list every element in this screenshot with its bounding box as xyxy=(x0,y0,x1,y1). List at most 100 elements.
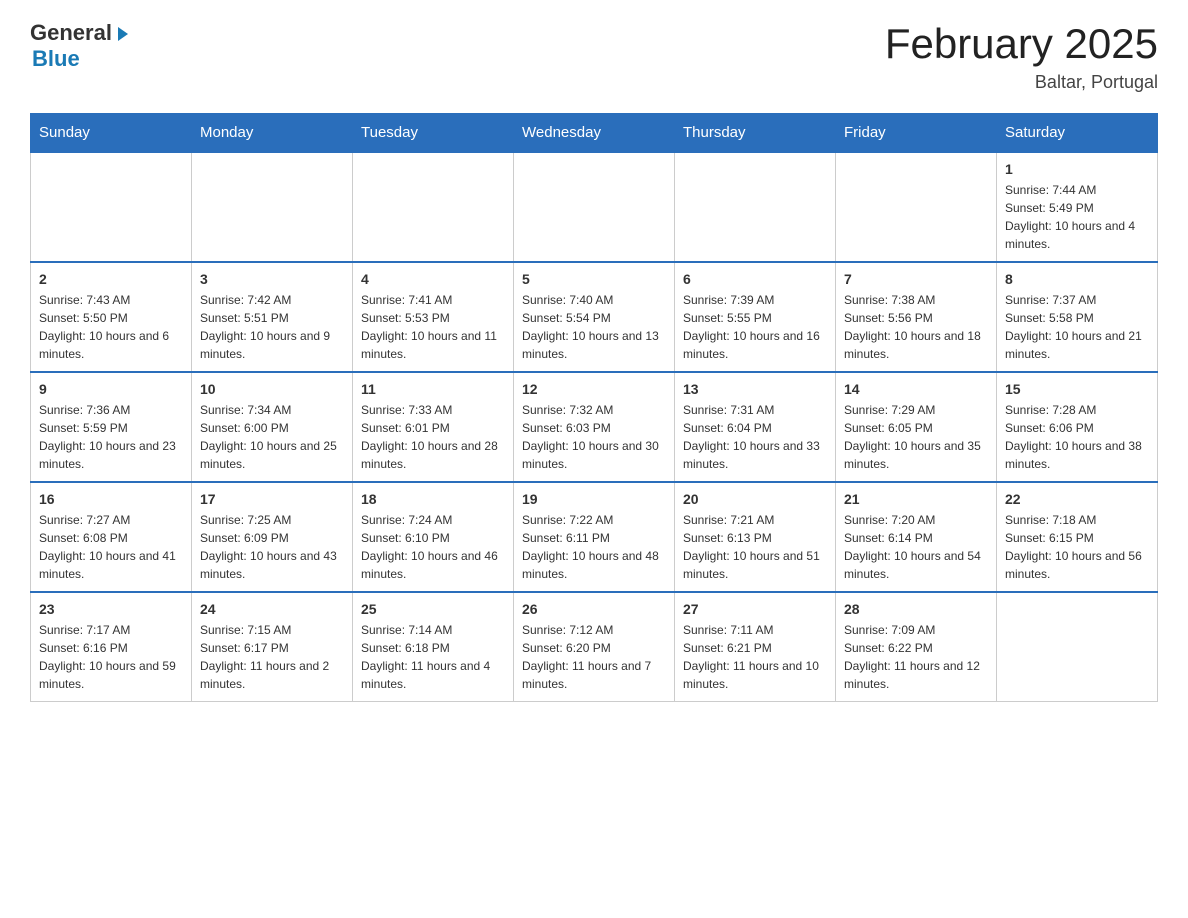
calendar-header-row: Sunday Monday Tuesday Wednesday Thursday… xyxy=(31,114,1158,153)
col-thursday: Thursday xyxy=(675,114,836,153)
calendar-cell: 26 Sunrise: 7:12 AMSunset: 6:20 PMDayligh… xyxy=(514,592,675,702)
day-number: 16 xyxy=(39,491,183,507)
calendar-cell: 18 Sunrise: 7:24 AMSunset: 6:10 PMDayligh… xyxy=(353,482,514,592)
logo: General Blue xyxy=(30,20,132,72)
calendar-week-row: 23 Sunrise: 7:17 AMSunset: 6:16 PMDayligh… xyxy=(31,592,1158,702)
day-info: Sunrise: 7:28 AMSunset: 6:06 PMDaylight:… xyxy=(1005,401,1149,473)
month-title: February 2025 xyxy=(885,20,1158,68)
col-sunday: Sunday xyxy=(31,114,192,153)
day-number: 19 xyxy=(522,491,666,507)
day-number: 17 xyxy=(200,491,344,507)
day-number: 4 xyxy=(361,271,505,287)
calendar-cell xyxy=(192,152,353,262)
day-info: Sunrise: 7:43 AMSunset: 5:50 PMDaylight:… xyxy=(39,291,183,363)
day-info: Sunrise: 7:22 AMSunset: 6:11 PMDaylight:… xyxy=(522,511,666,583)
day-number: 12 xyxy=(522,381,666,397)
calendar-cell: 10 Sunrise: 7:34 AMSunset: 6:00 PMDayligh… xyxy=(192,372,353,482)
day-number: 26 xyxy=(522,601,666,617)
day-number: 2 xyxy=(39,271,183,287)
day-number: 6 xyxy=(683,271,827,287)
calendar-cell: 9 Sunrise: 7:36 AMSunset: 5:59 PMDaylight… xyxy=(31,372,192,482)
day-number: 10 xyxy=(200,381,344,397)
day-number: 3 xyxy=(200,271,344,287)
day-number: 22 xyxy=(1005,491,1149,507)
day-number: 1 xyxy=(1005,161,1149,177)
day-info: Sunrise: 7:24 AMSunset: 6:10 PMDaylight:… xyxy=(361,511,505,583)
day-info: Sunrise: 7:29 AMSunset: 6:05 PMDaylight:… xyxy=(844,401,988,473)
day-info: Sunrise: 7:31 AMSunset: 6:04 PMDaylight:… xyxy=(683,401,827,473)
col-wednesday: Wednesday xyxy=(514,114,675,153)
calendar-table: Sunday Monday Tuesday Wednesday Thursday… xyxy=(30,113,1158,702)
calendar-cell: 13Sunrise: 7:31 AMSunset: 6:04 PMDayligh… xyxy=(675,372,836,482)
day-number: 28 xyxy=(844,601,988,617)
calendar-week-row: 16 Sunrise: 7:27 AMSunset: 6:08 PMDayligh… xyxy=(31,482,1158,592)
calendar-cell: 16 Sunrise: 7:27 AMSunset: 6:08 PMDayligh… xyxy=(31,482,192,592)
calendar-cell: 1 Sunrise: 7:44 AMSunset: 5:49 PMDaylight… xyxy=(997,152,1158,262)
day-number: 14 xyxy=(844,381,988,397)
calendar-cell: 17Sunrise: 7:25 AMSunset: 6:09 PMDayligh… xyxy=(192,482,353,592)
day-info: Sunrise: 7:33 AMSunset: 6:01 PMDaylight:… xyxy=(361,401,505,473)
day-number: 25 xyxy=(361,601,505,617)
day-info: Sunrise: 7:40 AMSunset: 5:54 PMDaylight:… xyxy=(522,291,666,363)
calendar-cell: 24Sunrise: 7:15 AMSunset: 6:17 PMDayligh… xyxy=(192,592,353,702)
day-number: 11 xyxy=(361,381,505,397)
calendar-cell: 6 Sunrise: 7:39 AMSunset: 5:55 PMDaylight… xyxy=(675,262,836,372)
calendar-cell: 21 Sunrise: 7:20 AMSunset: 6:14 PMDayligh… xyxy=(836,482,997,592)
day-info: Sunrise: 7:37 AMSunset: 5:58 PMDaylight:… xyxy=(1005,291,1149,363)
calendar-week-row: 1 Sunrise: 7:44 AMSunset: 5:49 PMDaylight… xyxy=(31,152,1158,262)
day-info: Sunrise: 7:39 AMSunset: 5:55 PMDaylight:… xyxy=(683,291,827,363)
calendar-cell: 14 Sunrise: 7:29 AMSunset: 6:05 PMDayligh… xyxy=(836,372,997,482)
day-number: 27 xyxy=(683,601,827,617)
day-info: Sunrise: 7:44 AMSunset: 5:49 PMDaylight:… xyxy=(1005,181,1149,253)
day-info: Sunrise: 7:41 AMSunset: 5:53 PMDaylight:… xyxy=(361,291,505,363)
day-info: Sunrise: 7:38 AMSunset: 5:56 PMDaylight:… xyxy=(844,291,988,363)
calendar-cell xyxy=(31,152,192,262)
day-info: Sunrise: 7:18 AMSunset: 6:15 PMDaylight:… xyxy=(1005,511,1149,583)
day-info: Sunrise: 7:17 AMSunset: 6:16 PMDaylight:… xyxy=(39,621,183,693)
calendar-cell: 22 Sunrise: 7:18 AMSunset: 6:15 PMDayligh… xyxy=(997,482,1158,592)
day-info: Sunrise: 7:32 AMSunset: 6:03 PMDaylight:… xyxy=(522,401,666,473)
calendar-cell: 8 Sunrise: 7:37 AMSunset: 5:58 PMDaylight… xyxy=(997,262,1158,372)
day-number: 18 xyxy=(361,491,505,507)
calendar-cell xyxy=(675,152,836,262)
logo-general-text: General xyxy=(30,20,112,46)
calendar-cell xyxy=(353,152,514,262)
day-info: Sunrise: 7:27 AMSunset: 6:08 PMDaylight:… xyxy=(39,511,183,583)
day-number: 24 xyxy=(200,601,344,617)
calendar-cell: 11 Sunrise: 7:33 AMSunset: 6:01 PMDayligh… xyxy=(353,372,514,482)
calendar-cell: 7Sunrise: 7:38 AMSunset: 5:56 PMDaylight… xyxy=(836,262,997,372)
day-info: Sunrise: 7:12 AMSunset: 6:20 PMDaylight:… xyxy=(522,621,666,693)
col-monday: Monday xyxy=(192,114,353,153)
day-info: Sunrise: 7:20 AMSunset: 6:14 PMDaylight:… xyxy=(844,511,988,583)
calendar-cell: 12 Sunrise: 7:32 AMSunset: 6:03 PMDayligh… xyxy=(514,372,675,482)
calendar-week-row: 9 Sunrise: 7:36 AMSunset: 5:59 PMDaylight… xyxy=(31,372,1158,482)
calendar-cell xyxy=(836,152,997,262)
calendar-week-row: 2 Sunrise: 7:43 AMSunset: 5:50 PMDaylight… xyxy=(31,262,1158,372)
col-saturday: Saturday xyxy=(997,114,1158,153)
calendar-cell: 28 Sunrise: 7:09 AMSunset: 6:22 PMDayligh… xyxy=(836,592,997,702)
calendar-cell xyxy=(514,152,675,262)
col-friday: Friday xyxy=(836,114,997,153)
day-info: Sunrise: 7:09 AMSunset: 6:22 PMDaylight:… xyxy=(844,621,988,693)
calendar-cell xyxy=(997,592,1158,702)
day-info: Sunrise: 7:14 AMSunset: 6:18 PMDaylight:… xyxy=(361,621,505,693)
calendar-cell: 20Sunrise: 7:21 AMSunset: 6:13 PMDayligh… xyxy=(675,482,836,592)
calendar-cell: 3 Sunrise: 7:42 AMSunset: 5:51 PMDaylight… xyxy=(192,262,353,372)
calendar-cell: 15 Sunrise: 7:28 AMSunset: 6:06 PMDayligh… xyxy=(997,372,1158,482)
day-info: Sunrise: 7:21 AMSunset: 6:13 PMDaylight:… xyxy=(683,511,827,583)
day-number: 9 xyxy=(39,381,183,397)
day-info: Sunrise: 7:36 AMSunset: 5:59 PMDaylight:… xyxy=(39,401,183,473)
day-number: 21 xyxy=(844,491,988,507)
day-number: 8 xyxy=(1005,271,1149,287)
calendar-cell: 19 Sunrise: 7:22 AMSunset: 6:11 PMDayligh… xyxy=(514,482,675,592)
day-info: Sunrise: 7:34 AMSunset: 6:00 PMDaylight:… xyxy=(200,401,344,473)
day-number: 15 xyxy=(1005,381,1149,397)
day-info: Sunrise: 7:42 AMSunset: 5:51 PMDaylight:… xyxy=(200,291,344,363)
page-header: General Blue February 2025 Baltar, Portu… xyxy=(30,20,1158,93)
day-number: 23 xyxy=(39,601,183,617)
calendar-cell: 2 Sunrise: 7:43 AMSunset: 5:50 PMDaylight… xyxy=(31,262,192,372)
logo-blue-text: Blue xyxy=(32,46,80,72)
calendar-cell: 27Sunrise: 7:11 AMSunset: 6:21 PMDayligh… xyxy=(675,592,836,702)
location: Baltar, Portugal xyxy=(885,72,1158,93)
calendar-cell: 25 Sunrise: 7:14 AMSunset: 6:18 PMDayligh… xyxy=(353,592,514,702)
